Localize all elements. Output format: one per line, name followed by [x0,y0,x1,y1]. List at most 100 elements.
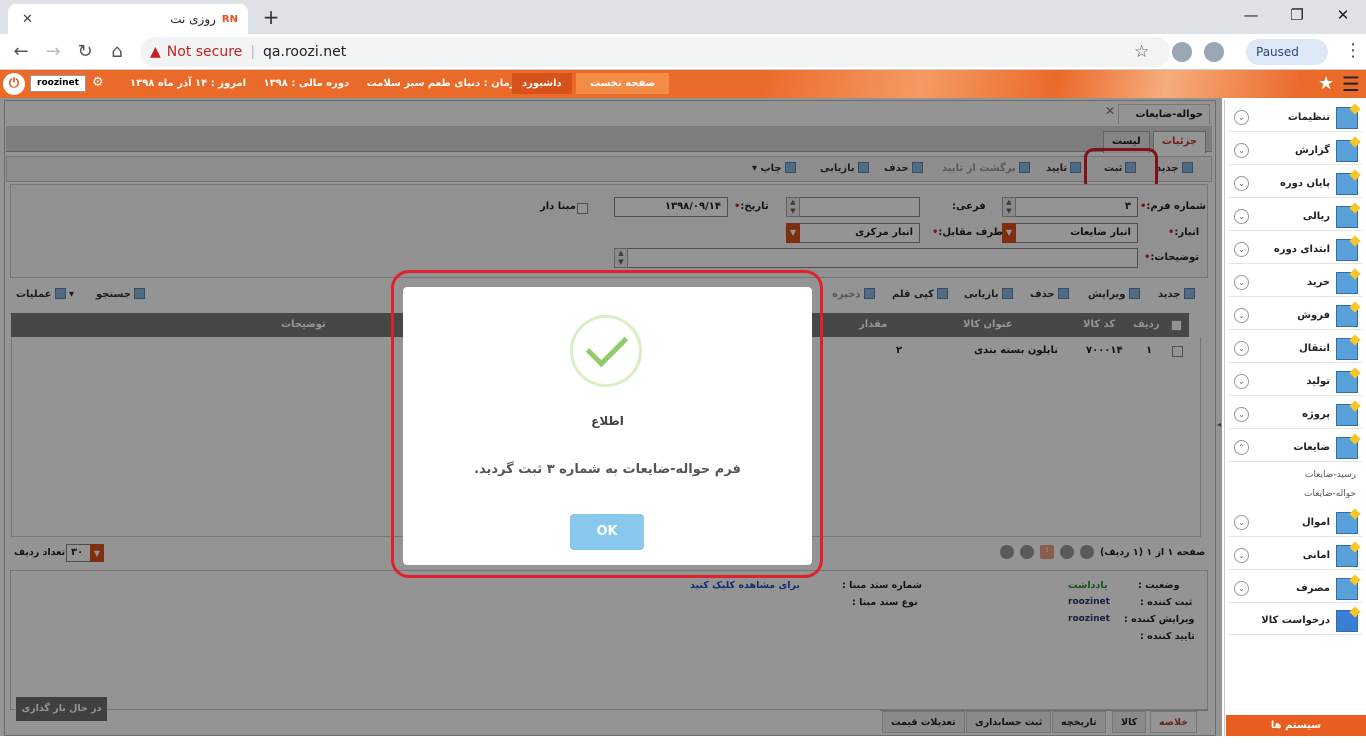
dashboard-tab[interactable]: داشبورد [512,73,572,94]
sidebar-subitem-waste-remittance[interactable]: حواله-ضایعات [1280,489,1356,499]
today-value: ۱۴ آذر ماه ۱۳۹۸ [130,78,208,89]
table-star-icon [1336,544,1358,567]
hamburger-menu-icon[interactable]: ☰ [1342,72,1360,96]
sidebar-item-label: پایان دوره [1279,178,1330,189]
address-bar-row: ← → ↻ ⌂ ▲ Not secure | qa.roozi.net ☆ Pa… [0,34,1366,70]
sidebar-item-label: تولید [1306,376,1330,387]
sidebar-item-consumption[interactable]: مصرف ⌄ [1228,575,1362,603]
table-star-icon [1336,370,1358,393]
chevron-down-icon[interactable]: ⌄ [1234,143,1249,158]
sidebar-item-project[interactable]: پروژه ⌄ [1228,401,1362,429]
dialog-highlight [391,270,823,578]
favicon-icon: RN [221,13,238,25]
systems-button[interactable]: سیستم ها [1226,715,1366,736]
org-value: دنیای طعم سبز سلامت [366,78,481,89]
sidebar-item-report[interactable]: گزارش ⌄ [1228,137,1362,165]
sidebar-item-label: امانی [1302,550,1330,561]
chevron-down-icon[interactable]: ⌄ [1234,581,1249,596]
sidebar-item-assets[interactable]: اموال ⌄ [1228,509,1362,537]
back-icon[interactable]: ← [8,40,34,64]
decorative-banner [760,70,1300,98]
sidebar-item-purchase[interactable]: خرید ⌄ [1228,269,1362,297]
bookmark-star-icon[interactable]: ☆ [1134,42,1149,62]
sidebar-item-consignment[interactable]: امانی ⌄ [1228,542,1362,570]
sidebar-item-label: تنظیمات [1287,112,1330,123]
chevron-down-icon[interactable]: ⌄ [1234,548,1249,563]
warning-icon: ▲ [150,44,161,60]
table-star-icon [1336,304,1358,327]
sidebar-item-label: درخواست کالا [1261,615,1330,626]
home-page-tab[interactable]: صفحه نخست [576,73,670,94]
close-tab-icon[interactable]: ✕ [22,12,33,27]
sidebar-item-goods-request[interactable]: درخواست کالا [1228,607,1362,635]
extension-icon[interactable] [1204,42,1224,62]
chevron-down-icon[interactable]: ⌄ [1234,407,1249,422]
chevron-down-icon[interactable]: ⌄ [1234,341,1249,356]
omnibox[interactable]: ▲ Not secure | qa.roozi.net [140,37,1170,67]
sidebar-item-production[interactable]: تولید ⌄ [1228,368,1362,396]
new-tab-button[interactable]: + [258,6,284,30]
sidebar-item-waste[interactable]: ضایعات ⌃ [1228,434,1362,462]
sidebar-item-transfer[interactable]: انتقال ⌄ [1228,335,1362,363]
folders-icon [1336,172,1358,195]
chevron-down-icon[interactable]: ⌄ [1234,209,1249,224]
maximize-icon[interactable]: ❐ [1274,0,1320,30]
chevron-down-icon[interactable]: ⌄ [1234,374,1249,389]
table-star-icon [1336,403,1358,426]
chevron-down-icon[interactable]: ⌄ [1234,242,1249,257]
security-status: Not secure [166,44,243,60]
table-star-icon [1336,337,1358,360]
settings-gear-icon[interactable]: ⚙ [92,75,104,90]
extension-icon[interactable] [1172,42,1192,62]
sidebar-item-label: پروژه [1302,409,1330,420]
table-star-icon [1336,271,1358,294]
sidebar-item-label: ضایعات [1293,442,1330,453]
plus-icon [1336,609,1358,632]
sidebar-item-label: اموال [1302,517,1330,528]
chevron-down-icon[interactable]: ⌄ [1234,515,1249,530]
sidebar-item-label: خرید [1307,277,1330,288]
sidebar-item-period-end[interactable]: پایان دوره ⌄ [1228,170,1362,198]
sidebar-item-rial[interactable]: ریالی ⌄ [1228,203,1362,231]
reload-icon[interactable]: ↻ [72,40,98,64]
sidebar-item-settings[interactable]: تنظیمات ⌄ [1228,104,1362,132]
chevron-up-icon[interactable]: ⌃ [1234,440,1249,455]
profile-paused-button[interactable]: Paused [1246,39,1328,65]
chevron-down-icon[interactable]: ⌄ [1234,308,1249,323]
close-window-icon[interactable]: ✕ [1320,0,1366,30]
url-text: qa.roozi.net [263,44,347,60]
chevron-down-icon[interactable]: ⌄ [1234,110,1249,125]
table-star-icon [1336,511,1358,534]
coins-icon [1336,205,1358,228]
username-box[interactable]: roozinet [30,75,86,92]
chevron-down-icon[interactable]: ⌄ [1234,275,1249,290]
browser-tab-strip: RN روزی نت ✕ + — ❐ ✕ [0,0,1366,34]
folder-settings-icon [1336,106,1358,129]
browser-tab-title: روزی نت [170,12,216,26]
browser-menu-icon[interactable]: ⋮ [1344,40,1362,61]
power-icon[interactable]: ⏻ [3,73,25,95]
table-star-icon [1336,436,1358,459]
org-info: سازمان : دنیای طعم سبز سلامت دوره مالی :… [130,78,529,89]
sidebar-item-label: انتقال [1299,343,1330,354]
sidebar-item-sales[interactable]: فروش ⌄ [1228,302,1362,330]
sidebar-item-label: مصرف [1296,583,1330,594]
fiscal-label: دوره مالی : [291,78,350,89]
sidebar-item-label: فروش [1297,310,1330,321]
chevron-down-icon[interactable]: ⌄ [1234,176,1249,191]
home-icon[interactable]: ⌂ [104,40,130,64]
table-star-icon [1336,577,1358,600]
favorites-star-icon[interactable]: ★ [1318,73,1334,94]
minimize-icon[interactable]: — [1228,0,1274,30]
app-top-bar: ⏻ roozinet ⚙ سازمان : دنیای طعم سبز سلام… [0,70,1366,98]
forward-icon[interactable]: → [40,40,66,64]
today-label: امروز : [210,78,247,89]
sidebar-item-label: ریالی [1302,211,1330,222]
table-star-icon [1336,238,1358,261]
sidebar-subitem-waste-receipt[interactable]: رسید-ضایعات [1280,470,1356,480]
clipboard-icon [1336,139,1358,162]
separator: | [250,44,256,60]
sidebar-item-period-start[interactable]: ابتدای دوره ⌄ [1228,236,1362,264]
browser-tab[interactable]: RN روزی نت ✕ [8,4,248,34]
sidebar-item-label: گزارش [1294,145,1330,156]
